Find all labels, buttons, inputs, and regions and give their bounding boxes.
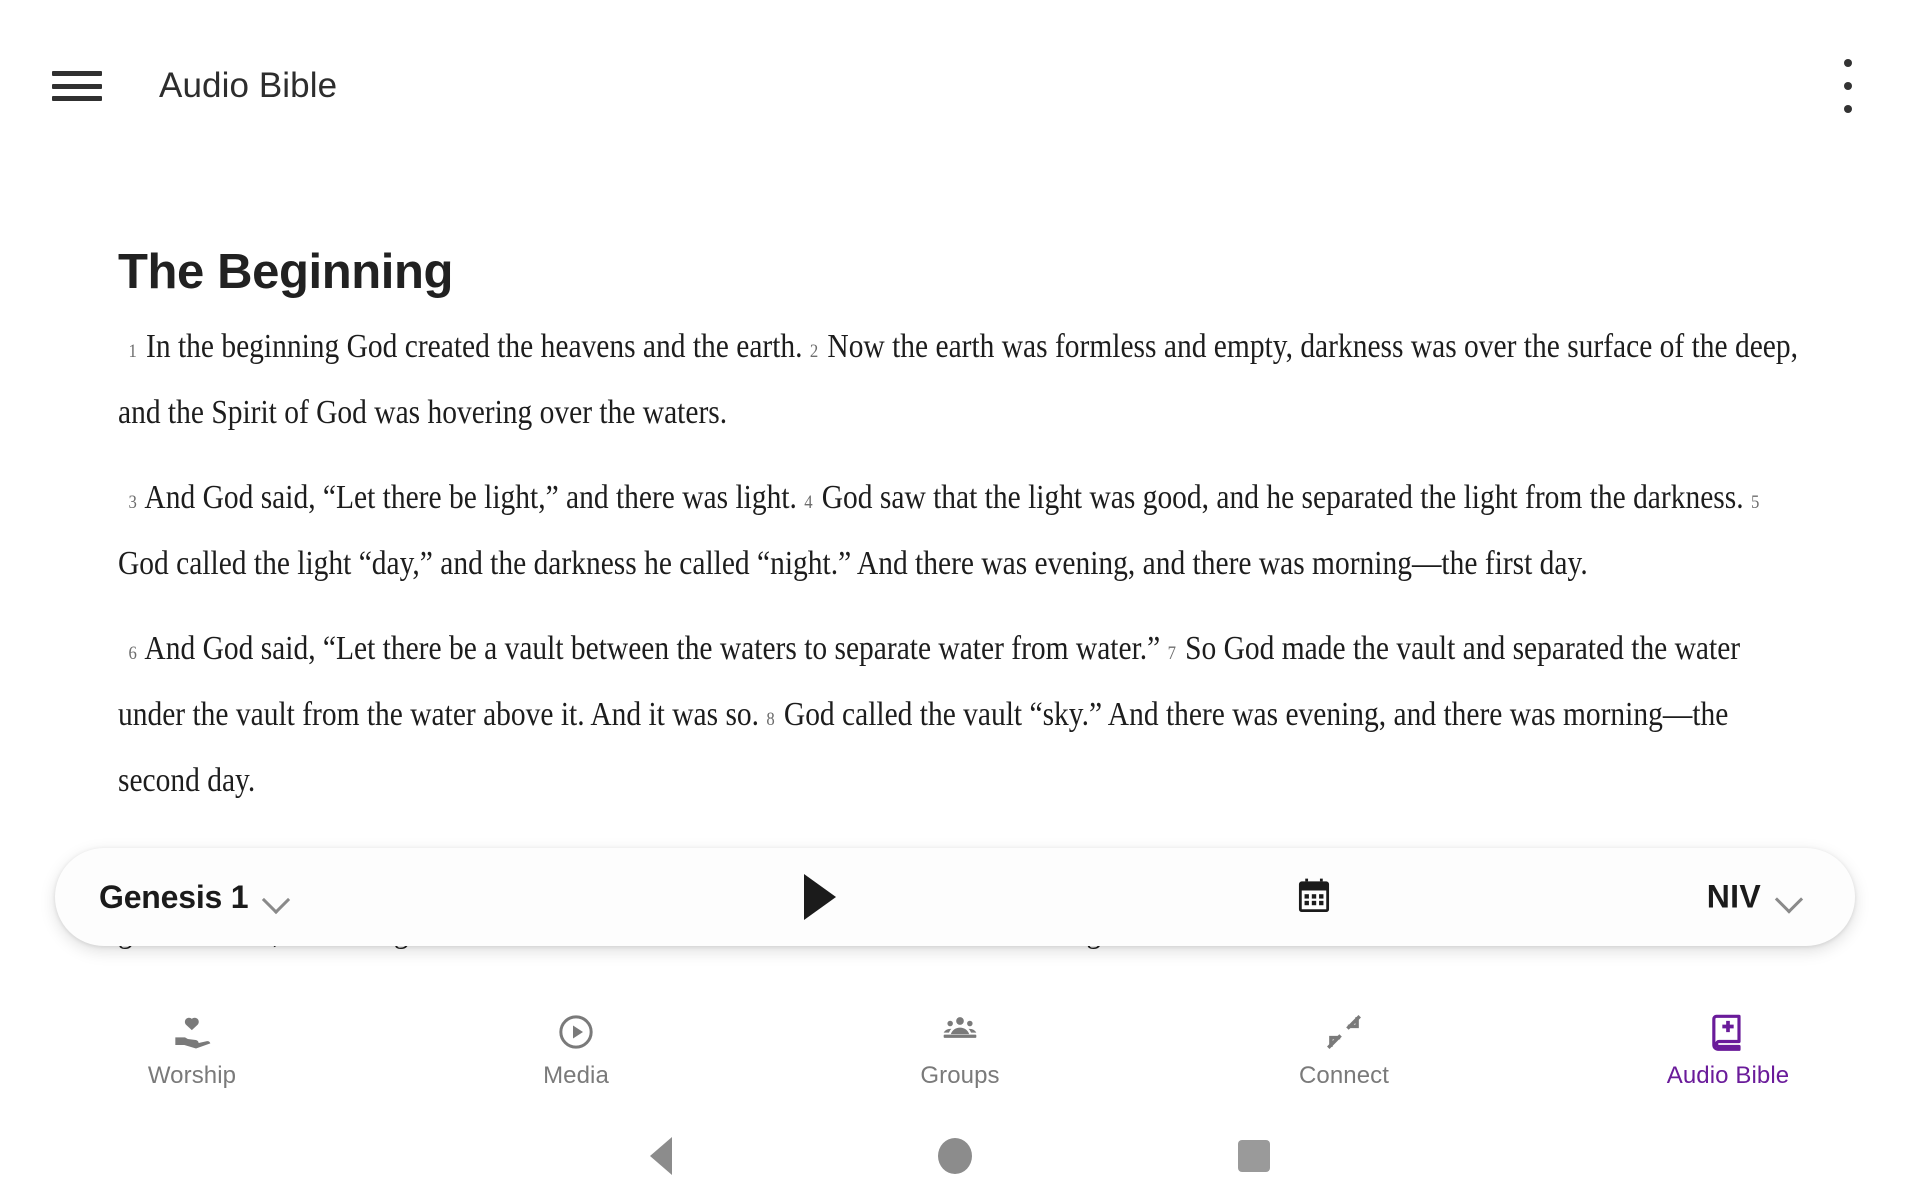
hamburger-line (52, 71, 102, 76)
audio-player-bar: Genesis 1 NIV (55, 848, 1855, 946)
chevron-down-icon (264, 890, 290, 905)
tab-connect[interactable]: Connect (1152, 990, 1536, 1112)
volunteer-activism-icon (172, 1012, 212, 1052)
verse-number: 6 (128, 642, 137, 664)
verse-text: In the beginning God created the heavens… (138, 327, 810, 365)
android-system-nav (0, 1112, 1920, 1200)
verse-text: God called the light “day,” and the dark… (118, 544, 1588, 582)
android-back-icon[interactable] (650, 1137, 672, 1175)
verse-text: And God said, “Let there be light,” and … (138, 478, 805, 516)
verse-number: 5 (1750, 491, 1760, 513)
verse-number: 8 (766, 708, 775, 730)
overflow-dot (1844, 82, 1852, 90)
play-circle-icon (556, 1012, 596, 1052)
page-title: Audio Bible (159, 66, 338, 105)
overflow-dot (1844, 59, 1852, 67)
tab-label: Worship (147, 1062, 237, 1089)
verse-paragraph: 1 In the beginning God created the heave… (118, 316, 1801, 443)
chevron-down-icon (1777, 890, 1803, 905)
hamburger-line (52, 96, 102, 101)
more-vertical-icon[interactable] (1828, 59, 1868, 113)
verse-text: And God said, “Let there be a vault betw… (138, 629, 1168, 667)
hamburger-line (52, 83, 102, 89)
app-bar: Audio Bible (0, 0, 1920, 172)
verse-paragraph: 3 And God said, “Let there be light,” an… (118, 467, 1801, 594)
verse-number: 4 (804, 491, 813, 513)
verse-number: 1 (128, 340, 137, 362)
tab-label: Connect (1298, 1062, 1390, 1089)
book-chapter-label: Genesis 1 (99, 878, 249, 915)
tab-label: Audio Bible (1666, 1062, 1790, 1089)
tab-worship[interactable]: Worship (0, 990, 384, 1112)
verse-number: 2 (809, 340, 819, 362)
bottom-navigation: Worship Media Groups Connect Audio Bible (0, 990, 1920, 1112)
hamburger-menu-icon[interactable] (52, 66, 102, 106)
overflow-dot (1844, 105, 1852, 113)
play-button[interactable] (800, 874, 844, 920)
bible-book-icon (1708, 1012, 1748, 1052)
verse-number: 3 (128, 491, 137, 513)
verse-paragraph: 6 And God said, “Let there be a vault be… (118, 618, 1801, 811)
verse-number: 7 (1167, 642, 1176, 664)
system-nav-buttons (650, 1137, 1270, 1175)
calendar-icon[interactable] (1293, 876, 1335, 918)
bible-version-label: NIV (1706, 878, 1761, 915)
tab-label: Groups (920, 1062, 1000, 1089)
groups-icon (943, 1017, 977, 1038)
book-chapter-selector[interactable]: Genesis 1 (99, 879, 290, 916)
tab-label: Media (543, 1062, 609, 1089)
close-fullscreen-icon (1324, 1012, 1364, 1052)
android-home-icon[interactable] (938, 1138, 972, 1174)
chapter-heading: The Beginning (118, 245, 454, 299)
tab-media[interactable]: Media (384, 990, 768, 1112)
bible-version-selector[interactable]: NIV (1707, 879, 1803, 916)
tab-groups[interactable]: Groups (768, 990, 1152, 1112)
verse-text: God saw that the light was good, and he … (814, 478, 1751, 516)
tab-audio-bible[interactable]: Audio Bible (1536, 990, 1920, 1112)
app-root: Audio Bible The Beginning 1 In the begin… (0, 0, 1920, 1200)
android-recents-icon[interactable] (1238, 1140, 1270, 1172)
